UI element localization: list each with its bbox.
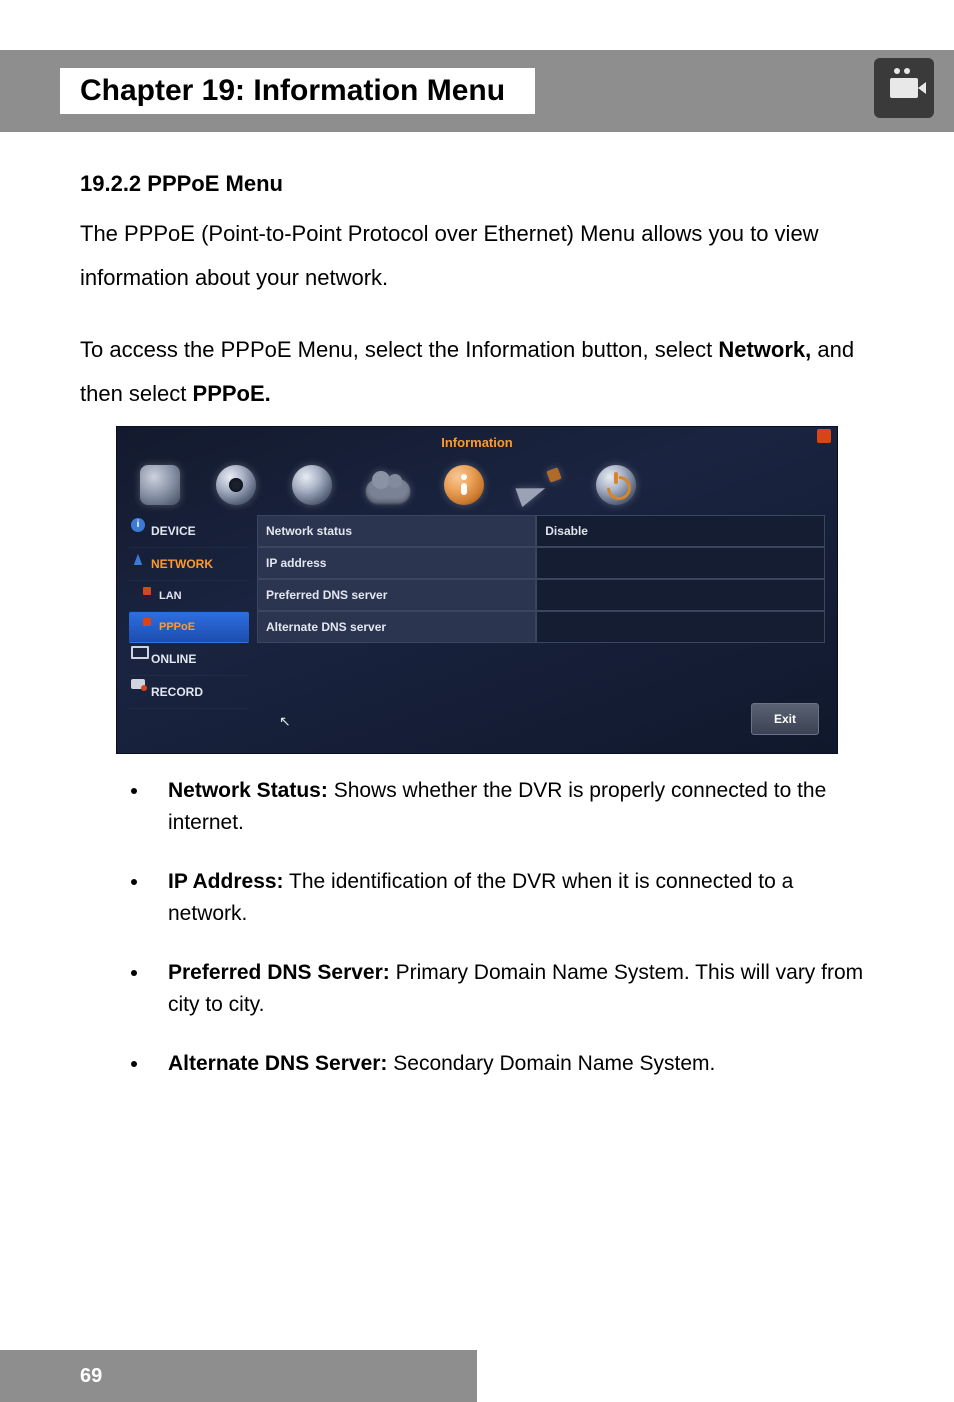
window-title: Information [441, 435, 513, 450]
info-icon: i [131, 518, 145, 532]
sidebar-item-online[interactable]: ONLINE [129, 643, 249, 676]
list-item: IP Address: The identification of the DV… [150, 866, 874, 929]
bullet-term: Alternate DNS Server: [168, 1052, 387, 1075]
sidebar-item-pppoe[interactable]: PPPoE [129, 612, 249, 643]
section-heading: 19.2.2 PPPoE Menu [80, 162, 874, 206]
table-row: Network status Disable [257, 515, 825, 547]
cursor-icon: ↖ [279, 707, 291, 735]
row-label: IP address [257, 547, 536, 579]
dot-icon [143, 587, 151, 595]
page-footer: 69 [0, 1350, 477, 1402]
tab-power-icon[interactable] [591, 463, 641, 507]
chapter-title: Chapter 19: Information Menu [60, 68, 535, 114]
row-value [536, 579, 825, 611]
window-title-bar: Information [117, 427, 837, 459]
table-row: Alternate DNS server [257, 611, 825, 643]
sidebar: i DEVICE NETWORK LAN PPPoE [129, 515, 249, 735]
sidebar-item-label: DEVICE [151, 524, 196, 538]
close-icon[interactable] [817, 429, 831, 443]
intro-paragraph-1: The PPPoE (Point-to-Point Protocol over … [80, 212, 874, 300]
sidebar-item-label: NETWORK [151, 557, 213, 571]
bullet-term: IP Address: [168, 870, 284, 893]
tab-information-icon[interactable] [439, 463, 489, 507]
list-item: Preferred DNS Server: Primary Domain Nam… [150, 957, 874, 1020]
tab-network-icon[interactable] [363, 463, 413, 507]
intro-p2-bold1: Network, [718, 337, 811, 362]
bullet-term: Network Status: [168, 779, 328, 802]
tab-tools-icon[interactable] [515, 463, 565, 507]
sidebar-item-record[interactable]: RECORD [129, 676, 249, 709]
sidebar-item-network[interactable]: NETWORK [129, 548, 249, 581]
table-row: Preferred DNS server [257, 579, 825, 611]
row-label: Preferred DNS server [257, 579, 536, 611]
tab-record-icon[interactable] [287, 463, 337, 507]
camera-icon [874, 58, 934, 118]
list-item: Network Status: Shows whether the DVR is… [150, 775, 874, 838]
list-item: Alternate DNS Server: Secondary Domain N… [150, 1048, 874, 1080]
tab-settings-icon[interactable] [135, 463, 185, 507]
row-value: Disable [536, 515, 825, 547]
sidebar-item-label: PPPoE [159, 621, 195, 633]
row-value [536, 611, 825, 643]
row-label: Network status [257, 515, 536, 547]
info-panel: Network status Disable IP address Prefer… [257, 515, 825, 735]
chapter-header: Chapter 19: Information Menu [0, 50, 954, 132]
intro-p2-bold2: PPPoE. [193, 381, 271, 406]
sidebar-item-lan[interactable]: LAN [129, 581, 249, 612]
network-icon [131, 551, 145, 565]
sidebar-item-label: LAN [159, 590, 182, 602]
bullet-term: Preferred DNS Server: [168, 961, 390, 984]
sidebar-item-label: ONLINE [151, 652, 196, 666]
exit-button[interactable]: Exit [751, 703, 819, 735]
table-row: IP address [257, 547, 825, 579]
screenshot: Information i DEVICE [116, 426, 838, 754]
bullet-list: Network Status: Shows whether the DVR is… [80, 775, 874, 1080]
sidebar-item-label: RECORD [151, 685, 203, 699]
intro-p2-pre: To access the PPPoE Menu, select the Inf… [80, 337, 718, 362]
intro-paragraph-2: To access the PPPoE Menu, select the Inf… [80, 328, 874, 416]
dot-icon [143, 618, 151, 626]
sidebar-item-device[interactable]: i DEVICE [129, 515, 249, 548]
record-icon [131, 679, 145, 689]
monitor-icon [131, 646, 149, 659]
page-number: 69 [80, 1365, 102, 1388]
bullet-desc: Secondary Domain Name System. [387, 1052, 715, 1075]
row-value [536, 547, 825, 579]
tab-camera-icon[interactable] [211, 463, 261, 507]
top-tab-row [117, 459, 837, 513]
row-label: Alternate DNS server [257, 611, 536, 643]
